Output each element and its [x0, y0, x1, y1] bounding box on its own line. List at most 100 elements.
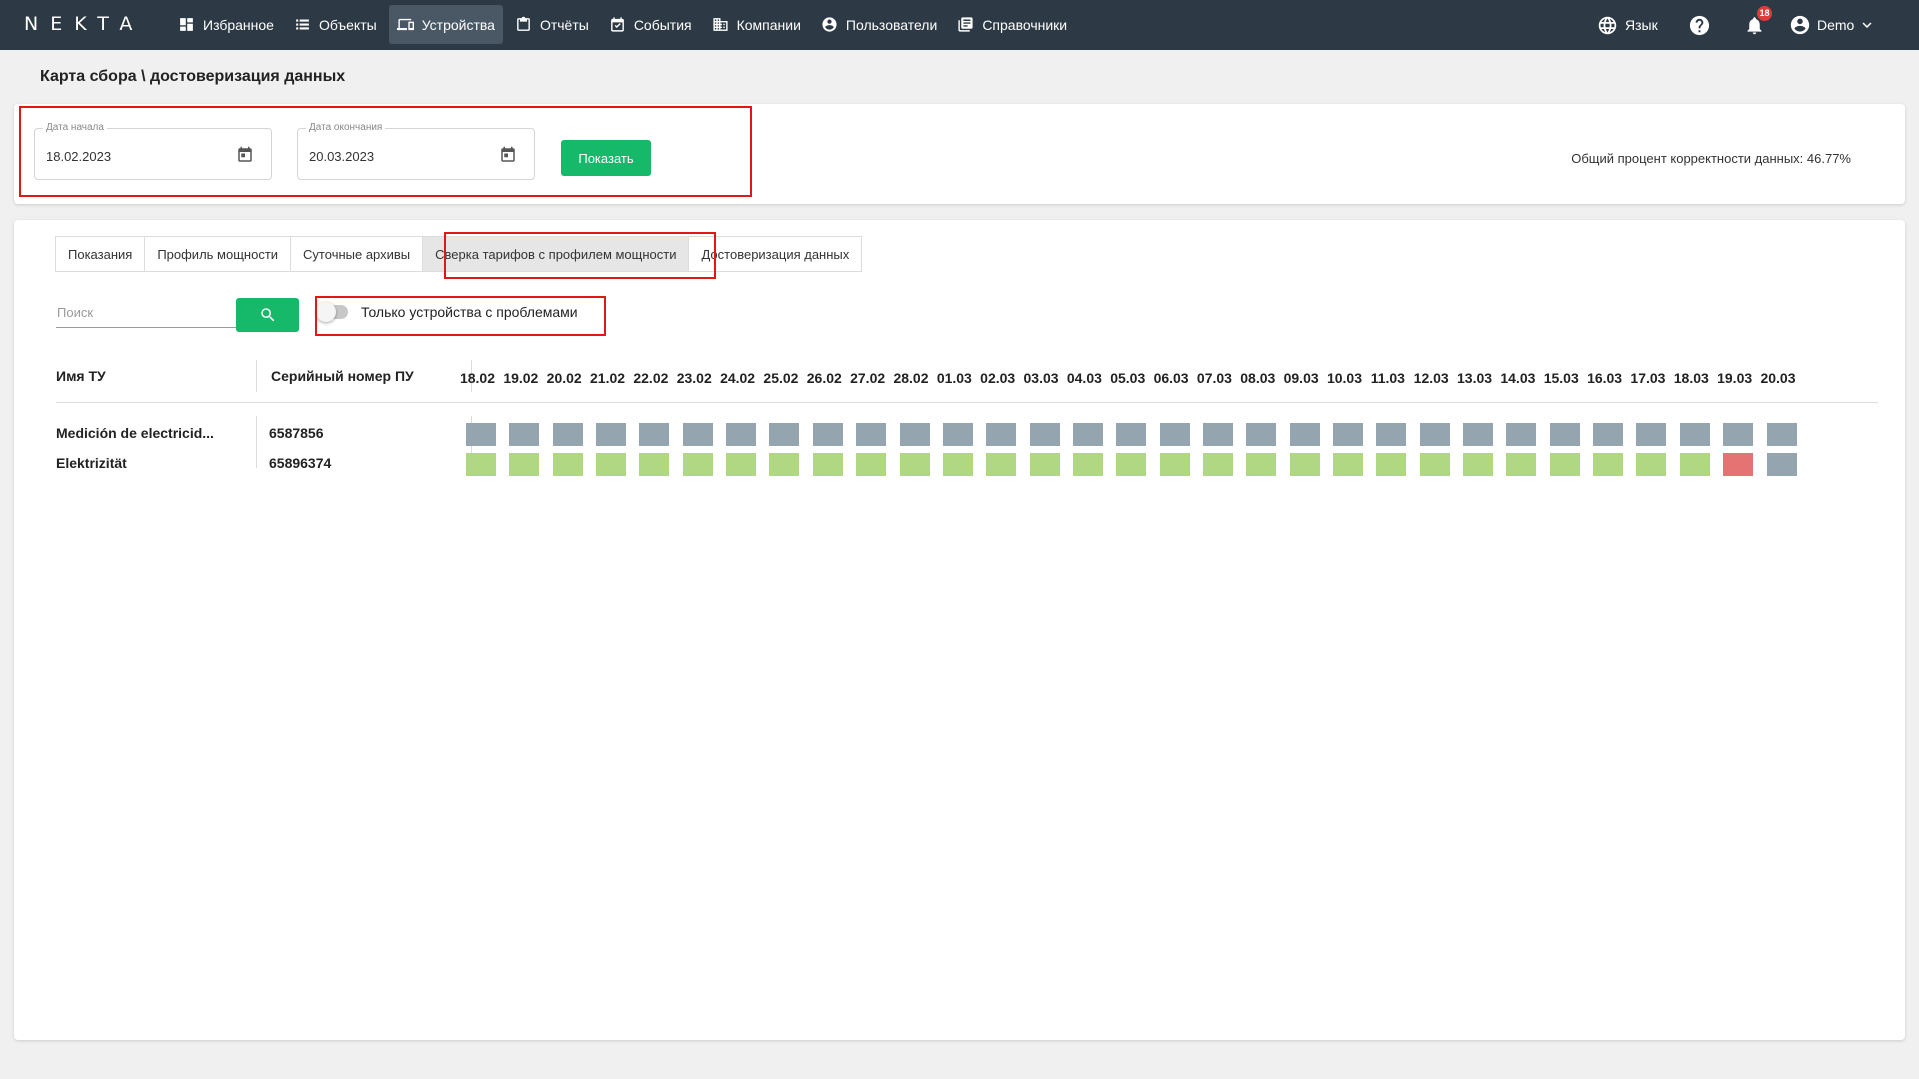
status-cell-gray[interactable] [1766, 453, 1797, 476]
nav-item-favorites[interactable]: Избранное [170, 5, 282, 44]
calendar-icon[interactable] [236, 146, 254, 164]
status-cell-green[interactable] [1072, 453, 1103, 476]
status-cell-green[interactable] [1593, 453, 1624, 476]
status-cell-green[interactable] [466, 453, 496, 476]
help-button[interactable] [1688, 0, 1711, 50]
status-cell-green[interactable] [942, 453, 973, 476]
status-cell-gray[interactable] [1766, 423, 1797, 446]
status-cell-green[interactable] [1029, 453, 1060, 476]
status-cell-green[interactable] [1376, 453, 1407, 476]
status-cell-gray[interactable] [1072, 423, 1103, 446]
status-cell-green[interactable] [856, 453, 887, 476]
nav-item-label: Отчёты [539, 16, 589, 33]
status-cell-green[interactable] [726, 453, 757, 476]
col-header-serial[interactable]: Серийный номер ПУ [271, 368, 414, 384]
nav-item-objects[interactable]: Объекты [286, 5, 385, 44]
status-cell-gray[interactable] [942, 423, 973, 446]
device-name-cell[interactable]: Elektrizität [56, 455, 127, 471]
tab-readings[interactable]: Показания [55, 236, 146, 272]
start-date-field[interactable]: Дата начала 18.02.2023 [34, 122, 272, 180]
search-input[interactable]: Поиск [56, 298, 236, 328]
tab-daily-archives[interactable]: Суточные архивы [290, 236, 424, 272]
problems-only-toggle[interactable] [316, 302, 348, 322]
status-cell-gray[interactable] [1679, 423, 1710, 446]
status-cell-gray[interactable] [1593, 423, 1624, 446]
status-cell-gray[interactable] [1419, 423, 1450, 446]
status-cell-gray[interactable] [1202, 423, 1233, 446]
status-cell-green[interactable] [639, 453, 670, 476]
serial-cell: 65896374 [269, 455, 332, 471]
language-selector[interactable]: Язык [1597, 0, 1658, 50]
status-cell-gray[interactable] [1723, 423, 1754, 446]
status-cell-green[interactable] [1116, 453, 1147, 476]
status-cell-green[interactable] [1202, 453, 1233, 476]
status-cell-gray[interactable] [856, 423, 887, 446]
status-cell-gray[interactable] [899, 423, 930, 446]
tab-data-verification[interactable]: Достоверизация данных [688, 236, 863, 272]
status-cell-green[interactable] [1636, 453, 1667, 476]
status-cell-gray[interactable] [1506, 423, 1537, 446]
status-cell-green[interactable] [1463, 453, 1494, 476]
status-cell-green[interactable] [509, 453, 540, 476]
status-cell-gray[interactable] [769, 423, 800, 446]
col-header-name[interactable]: Имя ТУ [56, 368, 106, 384]
status-cell-gray[interactable] [1376, 423, 1407, 446]
main-panel: Показания Профиль мощности Суточные архи… [14, 220, 1905, 1040]
start-date-value: 18.02.2023 [46, 149, 112, 164]
status-cell-gray[interactable] [1463, 423, 1494, 446]
status-cell-green[interactable] [1246, 453, 1277, 476]
status-cell-gray[interactable] [812, 423, 843, 446]
status-cell-gray[interactable] [1636, 423, 1667, 446]
status-cell-green[interactable] [986, 453, 1017, 476]
tab-tariff-reconciliation[interactable]: Сверка тарифов с профилем мощности [422, 236, 690, 272]
status-cell-green[interactable] [682, 453, 713, 476]
status-cell-red[interactable] [1723, 453, 1754, 476]
status-cell-gray[interactable] [639, 423, 670, 446]
nav-item-events[interactable]: События [601, 5, 700, 44]
user-menu[interactable]: Demo [1789, 0, 1876, 50]
nav-item-reports[interactable]: Отчёты [507, 5, 597, 44]
status-cell-gray[interactable] [1333, 423, 1363, 446]
tab-power-profile[interactable]: Профиль мощности [144, 236, 292, 272]
status-cell-gray[interactable] [552, 423, 583, 446]
end-date-field[interactable]: Дата окончания 20.03.2023 [297, 122, 535, 180]
status-cell-gray[interactable] [509, 423, 540, 446]
calendar-icon[interactable] [499, 146, 517, 164]
notifications-button[interactable]: 18 [1744, 0, 1772, 50]
app-logo[interactable]: NEKTA [24, 13, 144, 35]
search-button[interactable] [236, 298, 299, 332]
status-cell-green[interactable] [1289, 453, 1320, 476]
status-cell-gray[interactable] [986, 423, 1017, 446]
nav-item-devices[interactable]: Устройства [388, 5, 503, 44]
status-cell-green[interactable] [1679, 453, 1710, 476]
status-cell-gray[interactable] [726, 423, 757, 446]
status-cell-green[interactable] [1549, 453, 1580, 476]
status-cell-green[interactable] [552, 453, 583, 476]
nav-item-label: Справочники [982, 16, 1068, 33]
status-cell-gray[interactable] [1029, 423, 1060, 446]
status-cell-gray[interactable] [682, 423, 713, 446]
status-cell-green[interactable] [596, 453, 627, 476]
nav-item-directories[interactable]: Справочники [949, 5, 1075, 44]
nav-item-companies[interactable]: Компании [704, 5, 809, 44]
status-cell-gray[interactable] [1159, 423, 1190, 446]
status-cell-green[interactable] [899, 453, 930, 476]
status-cell-gray[interactable] [1116, 423, 1147, 446]
nav-item-users[interactable]: Пользователи [813, 5, 945, 44]
column-divider [256, 416, 257, 468]
status-cell-gray[interactable] [466, 423, 496, 446]
status-cell-green[interactable] [1159, 453, 1190, 476]
status-cell-gray[interactable] [1289, 423, 1320, 446]
show-button[interactable]: Показать [561, 140, 651, 176]
status-cell-green[interactable] [812, 453, 843, 476]
status-cell-gray[interactable] [1549, 423, 1580, 446]
status-cell-gray[interactable] [1246, 423, 1277, 446]
search-icon [260, 308, 274, 322]
status-cell-green[interactable] [1419, 453, 1450, 476]
total-correctness: Общий процент корректности данных: 46.77… [1571, 151, 1851, 166]
status-cell-green[interactable] [1506, 453, 1537, 476]
status-cell-gray[interactable] [596, 423, 627, 446]
device-name-cell[interactable]: Medición de electricid... [56, 425, 214, 441]
status-cell-green[interactable] [769, 453, 800, 476]
status-cell-green[interactable] [1333, 453, 1363, 476]
